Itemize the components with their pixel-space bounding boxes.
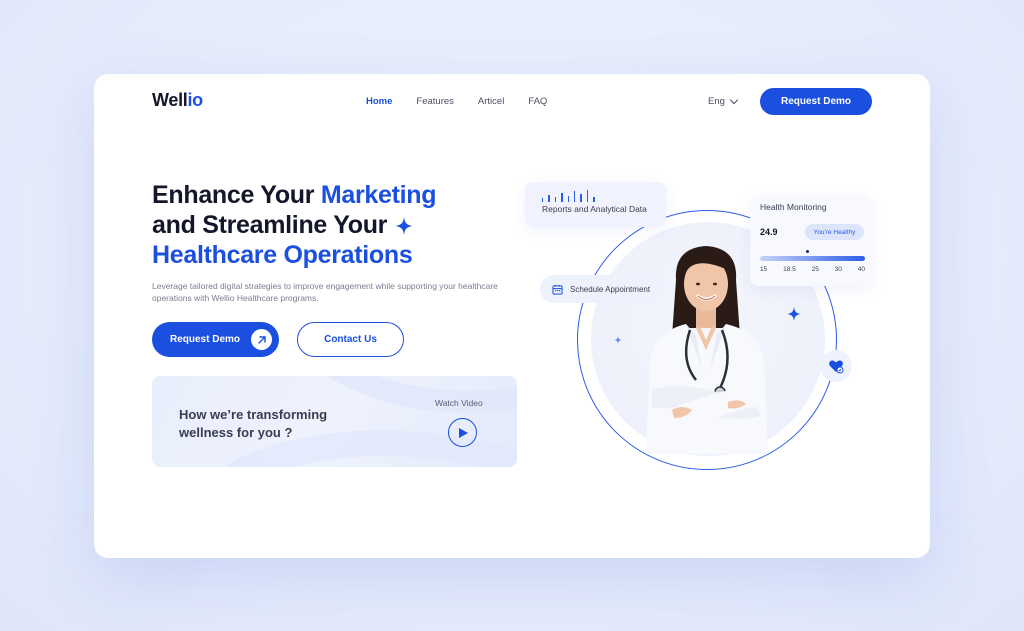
nav-faq[interactable]: FAQ — [528, 96, 547, 107]
hero-title: Enhance Your Marketing and Streamline Yo… — [152, 180, 437, 270]
chevron-down-icon — [729, 95, 739, 104]
request-demo-label: Request Demo — [170, 334, 241, 345]
heart-badge[interactable] — [820, 350, 852, 382]
sparkle-icon — [787, 307, 801, 321]
main-nav: Home Features Articel FAQ — [366, 96, 571, 107]
logo[interactable]: Wellio — [152, 90, 203, 111]
health-scale-bar — [760, 256, 865, 261]
health-monitoring-card: Health Monitoring 24.9 You're Healthy 15… — [750, 196, 872, 286]
arrow-up-right-icon — [251, 329, 272, 350]
play-icon — [459, 427, 468, 438]
sparkle-icon — [395, 217, 414, 236]
hero-title-line1: Enhance Your Marketing — [152, 181, 437, 209]
sparkle-icon — [614, 336, 622, 344]
contact-us-button[interactable]: Contact Us — [297, 322, 404, 357]
watch-video-label: Watch Video — [435, 398, 483, 408]
nav-articel[interactable]: Articel — [478, 96, 504, 107]
health-tick: 25 — [811, 266, 819, 273]
health-tick: 18.5 — [783, 266, 796, 273]
language-label: Eng — [708, 96, 725, 107]
health-status-badge: You're Healthy — [805, 224, 864, 240]
nav-features[interactable]: Features — [416, 96, 454, 107]
bars-icon — [542, 190, 595, 202]
schedule-label: Schedule Appointment — [570, 284, 651, 294]
health-tick: 40 — [857, 266, 865, 273]
video-headline-line2: wellness for you ? — [179, 425, 293, 440]
health-marker — [806, 250, 809, 253]
reports-label: Reports and Analytical Data — [542, 204, 647, 214]
landing-card: Wellio Home Features Articel FAQ Eng Req… — [94, 74, 930, 558]
language-selector[interactable]: Eng — [708, 95, 739, 107]
health-value: 24.9 — [760, 227, 778, 237]
hero-description: Leverage tailored digital strategies to … — [152, 281, 498, 303]
nav-home[interactable]: Home — [366, 96, 392, 107]
health-title: Health Monitoring — [760, 202, 827, 212]
health-scale-ticks: 15 18.5 25 30 40 — [760, 266, 865, 273]
health-tick: 15 — [760, 266, 768, 273]
video-headline-line1: How we’re transforming — [179, 407, 328, 422]
health-tick: 30 — [834, 266, 842, 273]
hero-title-line3: Healthcare Operations — [152, 241, 413, 269]
video-headline: How we’re transforming wellness for you … — [179, 406, 327, 442]
request-demo-button[interactable]: Request Demo — [152, 322, 279, 357]
reports-card: Reports and Analytical Data — [525, 182, 666, 227]
heart-icon — [829, 360, 844, 374]
video-card: How we’re transforming wellness for you … — [152, 376, 517, 467]
play-button[interactable] — [448, 418, 477, 447]
schedule-appointment-chip[interactable]: Schedule Appointment — [540, 275, 665, 303]
hero-title-line2: and Streamline Your — [152, 211, 388, 239]
header-request-demo-button[interactable]: Request Demo — [760, 88, 872, 115]
calendar-icon — [552, 284, 563, 295]
